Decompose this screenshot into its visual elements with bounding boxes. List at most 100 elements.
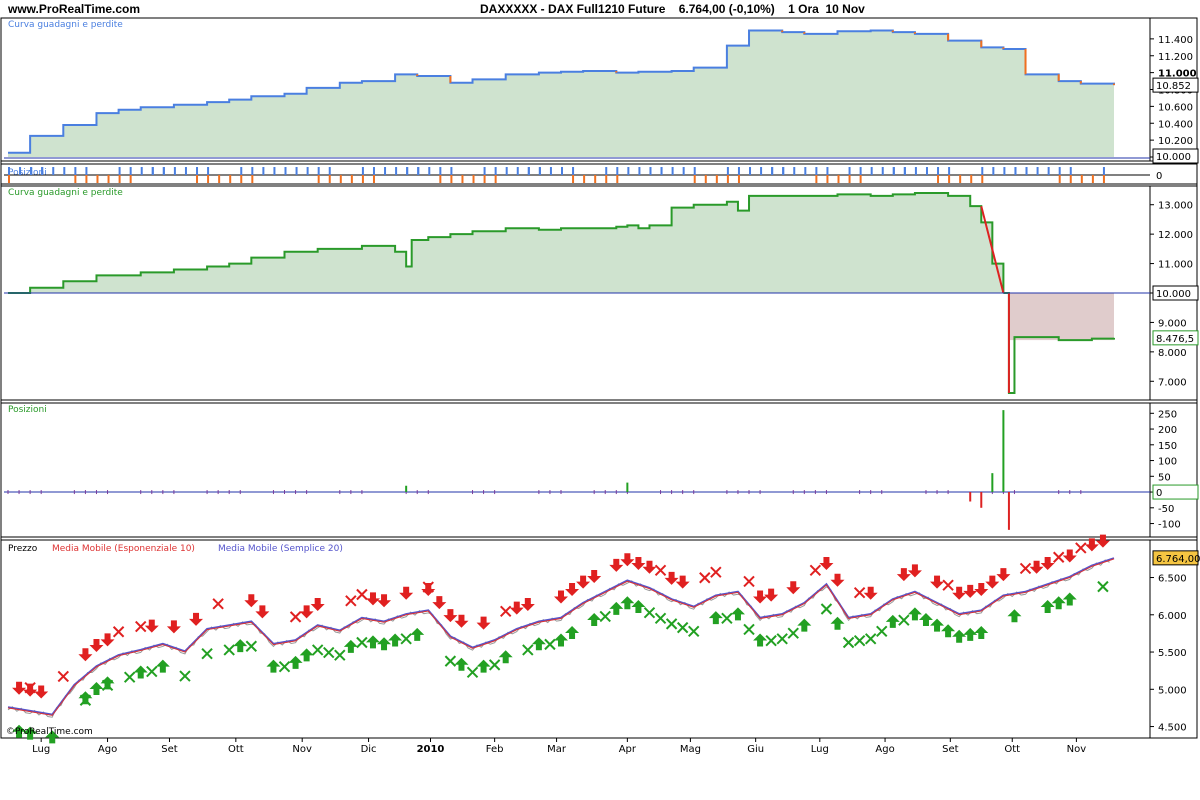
strip-tick	[583, 175, 586, 183]
y-tick-label-equity2: 9.000	[1158, 318, 1187, 329]
strip-tick	[284, 167, 287, 175]
buy-arrow	[454, 657, 469, 671]
sell-arrow	[830, 573, 845, 587]
sell-arrow	[1062, 549, 1077, 563]
sell-arrow	[365, 592, 380, 606]
strip-tick	[1069, 167, 1072, 175]
buy-exit-x	[676, 621, 689, 634]
strip-tick	[937, 167, 940, 175]
strip-tick	[771, 167, 774, 175]
strip-tick	[793, 167, 796, 175]
sell-arrow	[642, 560, 657, 574]
sell-arrow	[764, 588, 779, 602]
sell-exit-x	[1075, 542, 1087, 554]
sell-arrow	[896, 568, 911, 582]
buy-exit-x	[522, 644, 534, 656]
sell-arrow	[753, 590, 768, 604]
y-tick-label-equity2: 12.000	[1158, 230, 1193, 241]
value-label-positions-last: 0	[1156, 488, 1162, 499]
strip-tick	[483, 175, 486, 183]
strip-tick	[328, 175, 331, 183]
strip-tick	[406, 167, 409, 175]
strip-tick	[472, 175, 475, 183]
y-tick-label-positions: -50	[1158, 504, 1174, 515]
strip-tick	[516, 167, 519, 175]
strip-tick	[273, 167, 276, 175]
strip-tick	[251, 167, 254, 175]
buy-arrow	[531, 637, 546, 651]
buy-exit-x	[466, 666, 479, 679]
buy-exit-x	[356, 636, 368, 649]
panel-title-strip: Posizioni	[8, 168, 47, 178]
strip-tick	[527, 167, 530, 175]
buy-exit-x	[665, 618, 678, 630]
sell-exit-x	[289, 611, 302, 623]
buy-arrow	[476, 659, 491, 673]
strip-tick	[981, 167, 984, 175]
strip-tick	[207, 175, 210, 183]
strip-tick	[815, 167, 818, 175]
buy-exit-x	[743, 623, 755, 636]
sell-arrow	[520, 597, 535, 611]
x-tick-label: Apr	[619, 744, 637, 755]
sell-exit-x	[499, 605, 512, 617]
strip-tick	[682, 167, 685, 175]
strip-tick	[937, 175, 940, 183]
buy-arrow	[1040, 599, 1055, 613]
buy-exit-x	[334, 649, 346, 661]
sell-exit-x	[112, 626, 125, 638]
buy-exit-x	[123, 671, 136, 683]
panel-title-positions: Posizioni	[8, 405, 47, 415]
strip-tick	[859, 175, 862, 183]
strip-tick	[549, 167, 552, 175]
strip-tick	[173, 167, 176, 175]
sell-exit-x	[212, 598, 224, 610]
strip-tick	[240, 167, 243, 175]
sell-arrow	[963, 584, 978, 598]
strip-tick	[118, 167, 121, 175]
strip-tick	[439, 167, 442, 175]
strip-tick	[162, 167, 165, 175]
buy-exit-x	[876, 625, 888, 638]
buy-exit-x	[688, 625, 700, 638]
strip-tick	[638, 167, 641, 175]
sell-arrow	[299, 605, 314, 619]
x-tick-label: Lug	[32, 744, 50, 755]
strip-tick	[483, 167, 486, 175]
strip-tick	[870, 167, 873, 175]
buy-exit-x	[787, 627, 799, 639]
buy-exit-x	[842, 636, 855, 649]
panel-title-price: Prezzo	[8, 544, 38, 554]
buy-exit-x	[765, 634, 777, 647]
y-tick-label-positions: 250	[1158, 409, 1177, 420]
strip-tick	[1025, 167, 1028, 175]
sell-arrow	[255, 605, 270, 619]
buy-arrow	[963, 627, 978, 641]
strip-tick	[1091, 175, 1094, 183]
strip-tick	[605, 167, 608, 175]
sell-arrow	[863, 586, 878, 600]
strip-tick	[572, 175, 575, 183]
strip-tick	[196, 175, 199, 183]
x-tick-label: Feb	[486, 744, 504, 755]
panel-frame-3	[0, 539, 1198, 739]
y-tick-label-positions: 150	[1158, 441, 1177, 452]
strip-tick	[782, 167, 785, 175]
buy-arrow	[388, 633, 403, 647]
strip-tick	[207, 167, 210, 175]
buy-arrow	[410, 627, 425, 641]
sell-arrow	[631, 556, 646, 570]
buy-arrow	[377, 637, 392, 651]
y-tick-label-price: 5.500	[1158, 648, 1187, 659]
strip-tick	[395, 167, 398, 175]
buy-arrow	[918, 613, 933, 627]
sell-arrow	[166, 620, 181, 634]
strip-tick	[417, 167, 420, 175]
buy-arrow	[266, 659, 281, 673]
buy-arrow	[78, 691, 93, 705]
sell-arrow	[399, 586, 414, 600]
sell-arrow	[786, 581, 801, 595]
strip-tick	[726, 175, 729, 183]
strip-tick	[372, 167, 375, 175]
strip-tick	[737, 167, 740, 175]
